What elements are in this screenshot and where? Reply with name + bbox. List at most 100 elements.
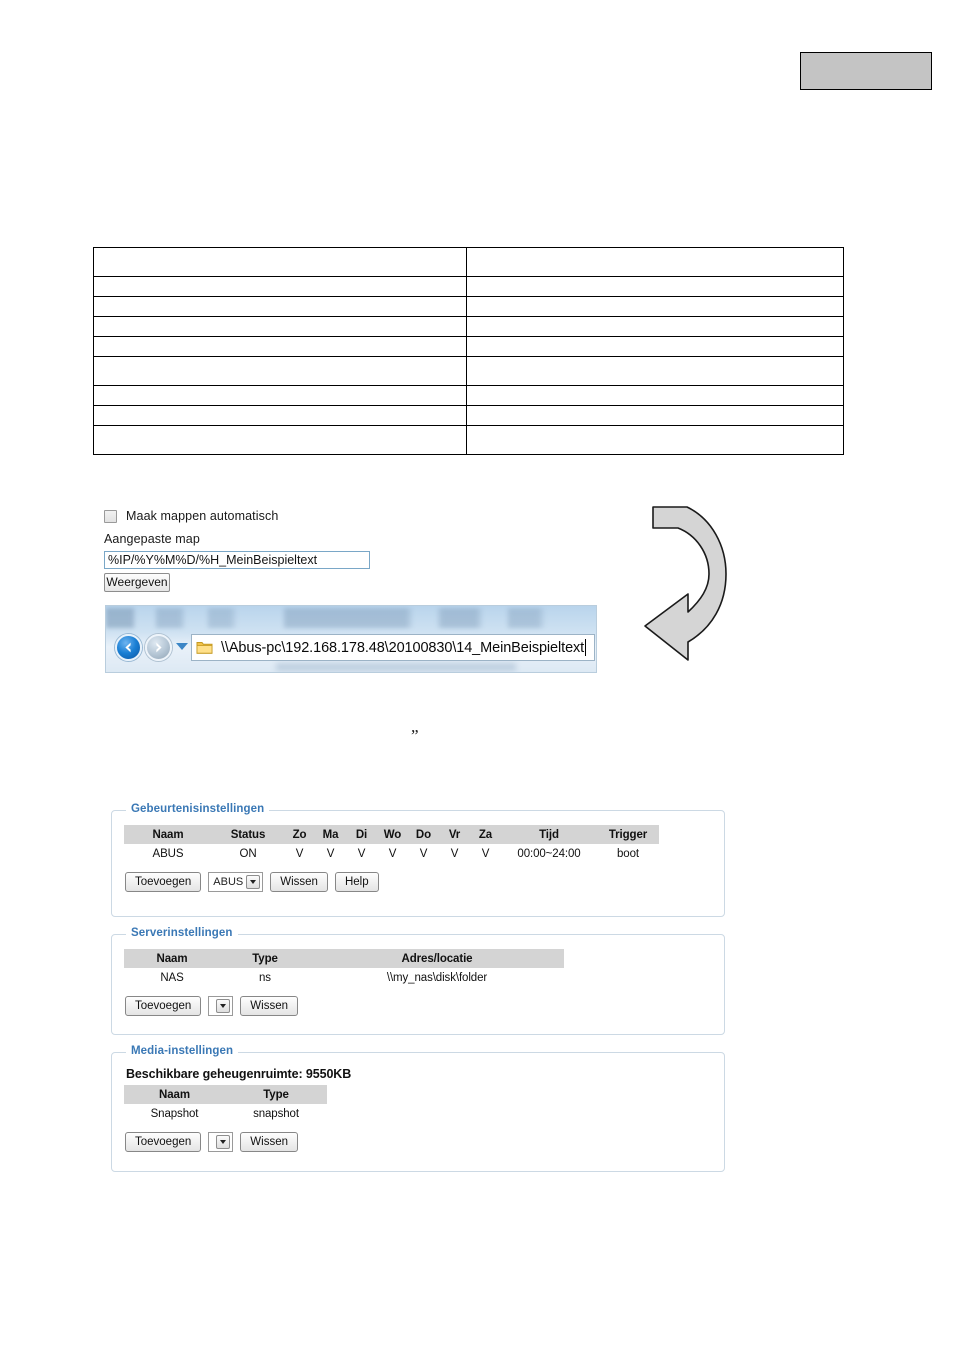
- server-settings-legend: Serverinstellingen: [126, 927, 238, 939]
- event-settings-buttons: Toevoegen ABUS Wissen Help: [125, 872, 712, 892]
- media-settings-table: Naam Type Snapshot snapshot: [124, 1085, 327, 1124]
- table-cell-left: [93, 385, 467, 406]
- table-cell-right: [466, 247, 844, 277]
- event-day-ma: V: [326, 848, 335, 860]
- table-cell-left: [93, 356, 467, 386]
- table-cell-left: [93, 316, 467, 337]
- display-button[interactable]: Weergeven: [104, 573, 170, 592]
- explorer-blurred-footer: [276, 663, 516, 671]
- header-placeholder-box: [800, 52, 932, 90]
- event-delete-button[interactable]: Wissen: [270, 872, 328, 892]
- explorer-address-bar-screenshot: \\Abus-pc\192.168.178.48\20100830\14_Mei…: [105, 605, 597, 673]
- server-add-button[interactable]: Toevoegen: [125, 996, 202, 1016]
- custom-folder-panel: Maak mappen automatisch Aangepaste map W…: [104, 508, 370, 592]
- table-row: [93, 296, 844, 317]
- table-row: [93, 276, 844, 297]
- media-select[interactable]: [208, 1132, 234, 1152]
- folder-icon: [196, 640, 213, 655]
- table-cell-right: [466, 385, 844, 406]
- column-header-do: Do: [408, 825, 439, 844]
- table-cell-right: [466, 296, 844, 317]
- event-time: 00:00~24:00: [517, 848, 581, 860]
- arrow-right-icon[interactable]: [145, 634, 172, 661]
- auto-create-folders-label: Maak mappen automatisch: [126, 509, 279, 523]
- column-header-naam: Naam: [124, 825, 212, 844]
- explorer-blurred-toolbar: [106, 608, 596, 628]
- specification-table: [93, 247, 844, 455]
- table-cell-left: [93, 425, 467, 455]
- table-cell-right: [466, 336, 844, 357]
- column-header-vr: Vr: [439, 825, 470, 844]
- table-row: [93, 405, 844, 426]
- table-row: [93, 425, 844, 455]
- text-caret: [585, 639, 587, 656]
- media-settings-legend: Media-instellingen: [126, 1045, 239, 1057]
- server-address: \\my_nas\disk\folder: [386, 972, 488, 984]
- event-settings-table: Naam Status Zo Ma Di Wo Do Vr Za Tijd Tr…: [124, 825, 659, 864]
- table-row: [93, 336, 844, 357]
- table-row: Snapshot snapshot: [124, 1104, 327, 1124]
- media-settings-panel: Media-instellingen Beschikbare geheugenr…: [111, 1045, 725, 1172]
- column-header-za: Za: [470, 825, 501, 844]
- column-header-zo: Zo: [284, 825, 315, 844]
- custom-folder-input[interactable]: [104, 551, 370, 569]
- column-header-naam: Naam: [124, 949, 220, 968]
- event-settings-panel: Gebeurtenisinstellingen Naam Status Zo M…: [111, 803, 725, 917]
- address-text: \\Abus-pc\192.168.178.48\20100830\14_Mei…: [221, 639, 585, 656]
- column-header-type: Type: [220, 949, 310, 968]
- table-row: ABUS ON V V V V V V V 00:00~24:00 boot: [124, 844, 659, 864]
- column-header-ma: Ma: [315, 825, 346, 844]
- table-cell-right: [466, 356, 844, 386]
- server-settings-buttons: Toevoegen Wissen: [125, 996, 712, 1016]
- server-settings-table: Naam Type Adres/locatie NAS ns \\my_nas\…: [124, 949, 564, 988]
- media-name-link[interactable]: Snapshot: [124, 1104, 225, 1124]
- column-header-wo: Wo: [377, 825, 408, 844]
- event-status: ON: [239, 848, 257, 860]
- column-header-adres: Adres/locatie: [310, 949, 564, 968]
- event-help-button[interactable]: Help: [334, 872, 379, 892]
- server-select[interactable]: [208, 996, 234, 1016]
- server-settings-panel: Serverinstellingen Naam Type Adres/locat…: [111, 927, 725, 1035]
- table-header-row: Naam Type: [124, 1085, 327, 1104]
- curved-arrow-icon: [640, 500, 730, 670]
- table-cell-left: [93, 296, 467, 317]
- event-select-value: ABUS: [213, 876, 244, 888]
- column-header-status: Status: [212, 825, 284, 844]
- chevron-down-icon[interactable]: [216, 1135, 231, 1149]
- event-trigger: boot: [617, 848, 639, 860]
- event-day-za: V: [481, 848, 490, 860]
- checkbox-icon[interactable]: [104, 509, 117, 523]
- event-day-vr: V: [450, 848, 459, 860]
- media-add-button[interactable]: Toevoegen: [125, 1132, 202, 1152]
- media-settings-buttons: Toevoegen Wissen: [125, 1132, 712, 1152]
- table-header-row: Naam Type Adres/locatie: [124, 949, 564, 968]
- event-add-button[interactable]: Toevoegen: [125, 872, 202, 892]
- chevron-down-icon[interactable]: [176, 643, 188, 650]
- media-delete-button[interactable]: Wissen: [240, 1132, 298, 1152]
- chevron-down-icon[interactable]: [216, 999, 231, 1013]
- event-select[interactable]: ABUS: [208, 872, 264, 892]
- chevron-down-icon[interactable]: [246, 875, 261, 889]
- event-name-link[interactable]: ABUS: [124, 844, 212, 864]
- auto-create-folders-row[interactable]: Maak mappen automatisch: [104, 508, 370, 524]
- available-memory-text: Beschikbare geheugenruimte: 9550KB: [126, 1067, 352, 1081]
- table-row: [93, 385, 844, 406]
- event-day-wo: V: [388, 848, 397, 860]
- custom-folder-label: Aangepaste map: [104, 532, 200, 546]
- column-header-di: Di: [346, 825, 377, 844]
- event-day-zo: V: [295, 848, 304, 860]
- server-name-link[interactable]: NAS: [124, 968, 220, 988]
- table-row: NAS ns \\my_nas\disk\folder: [124, 968, 564, 988]
- event-settings-legend: Gebeurtenisinstellingen: [126, 803, 270, 815]
- address-input[interactable]: \\Abus-pc\192.168.178.48\20100830\14_Mei…: [191, 634, 595, 661]
- server-delete-button[interactable]: Wissen: [240, 996, 298, 1016]
- table-row: [93, 247, 844, 277]
- stray-quote-glyph: ”: [411, 726, 419, 745]
- column-header-trigger: Trigger: [597, 825, 659, 844]
- table-row: [93, 356, 844, 386]
- column-header-tijd: Tijd: [501, 825, 597, 844]
- table-cell-left: [93, 405, 467, 426]
- table-row: [93, 316, 844, 337]
- column-header-naam: Naam: [124, 1085, 225, 1104]
- arrow-left-icon[interactable]: [115, 634, 142, 661]
